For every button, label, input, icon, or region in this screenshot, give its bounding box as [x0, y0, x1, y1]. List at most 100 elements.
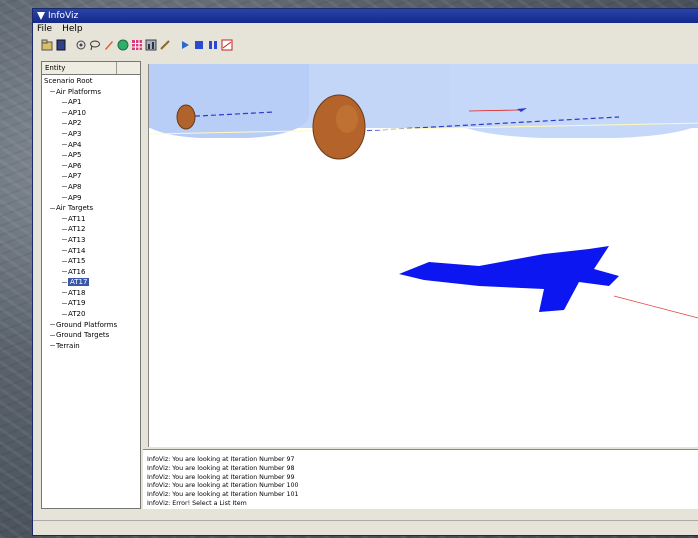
- log-line: InfoViz: Error! Select a List Item: [147, 499, 247, 507]
- entity-column-header[interactable]: Entity: [42, 62, 140, 75]
- tree-connector: [50, 207, 55, 209]
- book-icon[interactable]: [55, 39, 67, 51]
- log-line: InfoViz: You are looking at Iteration Nu…: [147, 491, 299, 499]
- tree-connector: [50, 324, 55, 326]
- tree-item[interactable]: AP9: [42, 193, 140, 204]
- balloon-small: [176, 104, 196, 130]
- tree-item[interactable]: AT14: [42, 246, 140, 257]
- tree-item[interactable]: Ground Platforms: [42, 320, 140, 331]
- tree-item-label: AP1: [68, 98, 82, 107]
- tree-item[interactable]: AP8: [42, 182, 140, 193]
- tree-connector: [62, 133, 67, 135]
- tree-connector: [62, 239, 67, 241]
- tree-item-label: AT19: [68, 299, 86, 308]
- tree-connector: [62, 122, 67, 124]
- tree-item[interactable]: AT15: [42, 256, 140, 267]
- tree-connector: [62, 154, 67, 156]
- tree-connector: [62, 271, 67, 273]
- tree-connector: [62, 250, 67, 251]
- tree-item-label: AT12: [68, 225, 86, 234]
- tree-item[interactable]: AT12: [42, 224, 140, 235]
- tree-item[interactable]: AT19: [42, 298, 140, 309]
- tree-item[interactable]: Terrain: [42, 341, 140, 352]
- tree-item[interactable]: AP7: [42, 171, 140, 182]
- entity-tree-panel: Entity Scenario Root Air Platforms AP1 AP10…: [41, 61, 141, 509]
- tree-item[interactable]: AT11: [42, 214, 140, 225]
- tree-item[interactable]: AT17: [42, 277, 140, 288]
- rocket-icon[interactable]: [103, 39, 115, 51]
- log-line: InfoViz: You are looking at Iteration Nu…: [147, 473, 295, 481]
- tree-item-label: AT11: [68, 214, 86, 223]
- chart-icon[interactable]: [145, 39, 157, 51]
- tree-item[interactable]: AT16: [42, 267, 140, 278]
- tree-connector: [62, 218, 67, 220]
- tree-connector: [62, 302, 67, 304]
- tree-connector: [62, 186, 67, 188]
- tree-item[interactable]: AP3: [42, 129, 140, 140]
- tree-connector: [62, 292, 67, 294]
- tree-connector: [62, 197, 67, 199]
- log-line: InfoViz: You are looking at Iteration Nu…: [147, 456, 295, 463]
- pause-icon[interactable]: [207, 39, 219, 51]
- tree-item-label: AP4: [68, 140, 82, 149]
- tree-item-label: Scenario Root: [44, 77, 93, 85]
- tree-item-label: AT13: [68, 235, 86, 244]
- tree-item-label: AP10: [68, 108, 86, 117]
- tree-connector: [62, 228, 67, 230]
- lasso-icon[interactable]: [89, 39, 101, 51]
- tree-item[interactable]: Air Platforms: [42, 87, 140, 98]
- tree-item[interactable]: AT18: [42, 288, 140, 299]
- tree-item-label: AT14: [68, 246, 86, 255]
- entity-tree: Scenario Root Air Platforms AP1 AP10 AP2 AP3 A…: [42, 75, 140, 351]
- grid-icon[interactable]: [131, 39, 143, 51]
- tree-item[interactable]: AP10: [42, 108, 140, 119]
- 3d-viewport[interactable]: [148, 64, 698, 447]
- tree-item-label: AP2: [68, 119, 82, 128]
- tree-item-label: AT18: [68, 288, 86, 297]
- balloon-highlight: [336, 105, 358, 133]
- scene-svg: [149, 94, 698, 319]
- gear-icon[interactable]: [75, 39, 87, 51]
- tree-item[interactable]: AP1: [42, 97, 140, 108]
- message-log: InfoViz: You are looking at Iteration Nu…: [143, 449, 698, 509]
- horizon-glow: [149, 122, 698, 135]
- tree-item[interactable]: AP5: [42, 150, 140, 161]
- tree-item-label: AP9: [68, 193, 82, 202]
- tree-item-label: AP6: [68, 161, 82, 170]
- tree-item[interactable]: AP6: [42, 161, 140, 172]
- window-title: InfoViz: [48, 11, 79, 21]
- open-icon[interactable]: [41, 39, 53, 51]
- tree-item[interactable]: Ground Targets: [42, 330, 140, 341]
- stop-icon[interactable]: [193, 39, 205, 51]
- brush-icon[interactable]: [159, 39, 171, 51]
- tree-item[interactable]: AP2: [42, 118, 140, 129]
- tree-item[interactable]: AP4: [42, 140, 140, 151]
- red-track-2: [613, 295, 698, 319]
- menu-bar: File Help: [33, 23, 698, 36]
- tree-item-label: AT20: [68, 310, 86, 319]
- tree-item-label: AP5: [68, 151, 82, 160]
- tree-item-label: Terrain: [56, 341, 80, 350]
- play-icon[interactable]: [179, 39, 191, 51]
- toolbar: [33, 36, 698, 54]
- tree-connector: [62, 313, 67, 315]
- tree-item[interactable]: AT13: [42, 235, 140, 246]
- menu-help[interactable]: Help: [62, 23, 83, 36]
- tree-item[interactable]: AT20: [42, 309, 140, 320]
- tree-item[interactable]: Air Targets: [42, 203, 140, 214]
- tree-item-label: AT17: [68, 278, 90, 287]
- graph-icon[interactable]: [221, 39, 233, 51]
- menu-file[interactable]: File: [37, 23, 52, 36]
- status-bar: [33, 520, 698, 535]
- log-line: InfoViz: You are looking at Iteration Nu…: [147, 482, 299, 490]
- tree-item-label: AP3: [68, 129, 82, 138]
- log-line: InfoViz: You are looking at Iteration Nu…: [147, 464, 295, 472]
- tree-item-label: Ground Platforms: [56, 320, 118, 329]
- window-menu-icon[interactable]: [37, 12, 45, 20]
- globe-icon[interactable]: [117, 39, 129, 51]
- app-window: InfoViz File Help Entity Scenario Root Ai…: [32, 8, 698, 536]
- tree-connector: [50, 334, 55, 336]
- tree-item-label: Ground Targets: [56, 331, 110, 340]
- tree-connector: [62, 175, 67, 177]
- tree-item[interactable]: Scenario Root: [42, 76, 140, 87]
